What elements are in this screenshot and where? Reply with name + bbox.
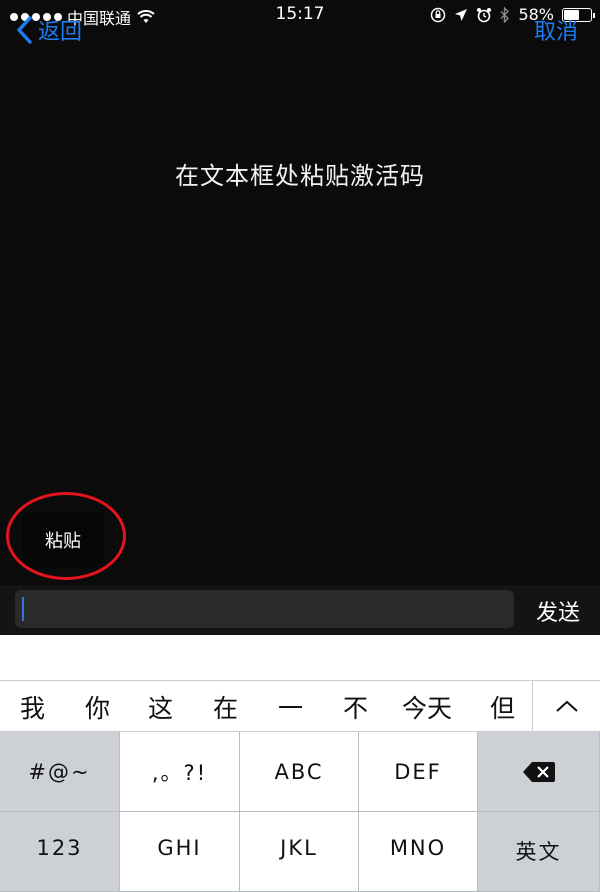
text-caret bbox=[22, 597, 24, 621]
key-label: MNO bbox=[389, 836, 447, 860]
bluetooth-icon bbox=[500, 6, 510, 23]
send-button[interactable]: 发送 bbox=[536, 595, 580, 627]
key-label: 123 bbox=[36, 836, 83, 860]
status-bar: 中国联通 15:17 58% bbox=[0, 0, 600, 30]
key-label: DEF bbox=[394, 759, 442, 784]
key-def[interactable]: DEF bbox=[359, 732, 478, 812]
alarm-icon bbox=[477, 7, 492, 22]
key-label: JKL bbox=[280, 836, 318, 860]
key-label: ,。?! bbox=[151, 760, 208, 785]
chevron-left-icon bbox=[17, 16, 32, 44]
key-symbols[interactable]: #@~ bbox=[0, 732, 120, 812]
delete-key[interactable] bbox=[478, 732, 600, 812]
candidate-bar: 我 你 这 在 一 不 今天 但 bbox=[0, 680, 600, 732]
keyboard-keys: #@~ ,。?! ABC DEF 123 GHI JKL MNO 英文 bbox=[0, 732, 600, 892]
candidate-word[interactable]: 今天 bbox=[402, 689, 452, 725]
key-123[interactable]: 123 bbox=[0, 812, 120, 892]
paste-menu-button[interactable]: 粘贴 bbox=[22, 512, 104, 568]
candidate-word[interactable]: 你 bbox=[85, 689, 110, 725]
location-arrow-icon bbox=[455, 8, 468, 21]
key-label: GHI bbox=[157, 836, 202, 860]
back-button[interactable]: 返回 bbox=[16, 14, 82, 46]
candidate-word[interactable]: 这 bbox=[148, 689, 173, 725]
key-label: 英文 bbox=[515, 840, 562, 864]
key-mno[interactable]: MNO bbox=[359, 812, 478, 892]
key-jkl[interactable]: JKL bbox=[240, 812, 359, 892]
rotation-lock-icon bbox=[431, 7, 446, 22]
delete-backspace-icon bbox=[522, 761, 555, 782]
instruction-text: 在文本框处粘贴激活码 bbox=[175, 162, 425, 190]
key-ghi[interactable]: GHI bbox=[120, 812, 240, 892]
activation-code-input[interactable] bbox=[15, 590, 514, 628]
key-english[interactable]: 英文 bbox=[478, 812, 600, 892]
candidate-word[interactable]: 不 bbox=[343, 689, 368, 725]
chevron-up-icon bbox=[555, 700, 578, 712]
message-input-bar: 发送 bbox=[0, 585, 600, 635]
expand-candidates-button[interactable] bbox=[532, 681, 600, 731]
candidate-word[interactable]: 一 bbox=[278, 689, 303, 725]
key-label: #@~ bbox=[28, 759, 91, 784]
key-label: ABC bbox=[274, 759, 324, 784]
key-abc[interactable]: ABC bbox=[240, 732, 359, 812]
key-punctuation[interactable]: ,。?! bbox=[120, 732, 240, 812]
keyboard-top-area bbox=[0, 635, 600, 680]
candidate-word[interactable]: 但 bbox=[490, 689, 515, 725]
candidate-word[interactable]: 我 bbox=[20, 689, 45, 725]
candidate-word[interactable]: 在 bbox=[213, 689, 238, 725]
cancel-button[interactable]: 取消 bbox=[534, 14, 578, 46]
back-label: 返回 bbox=[38, 20, 83, 45]
